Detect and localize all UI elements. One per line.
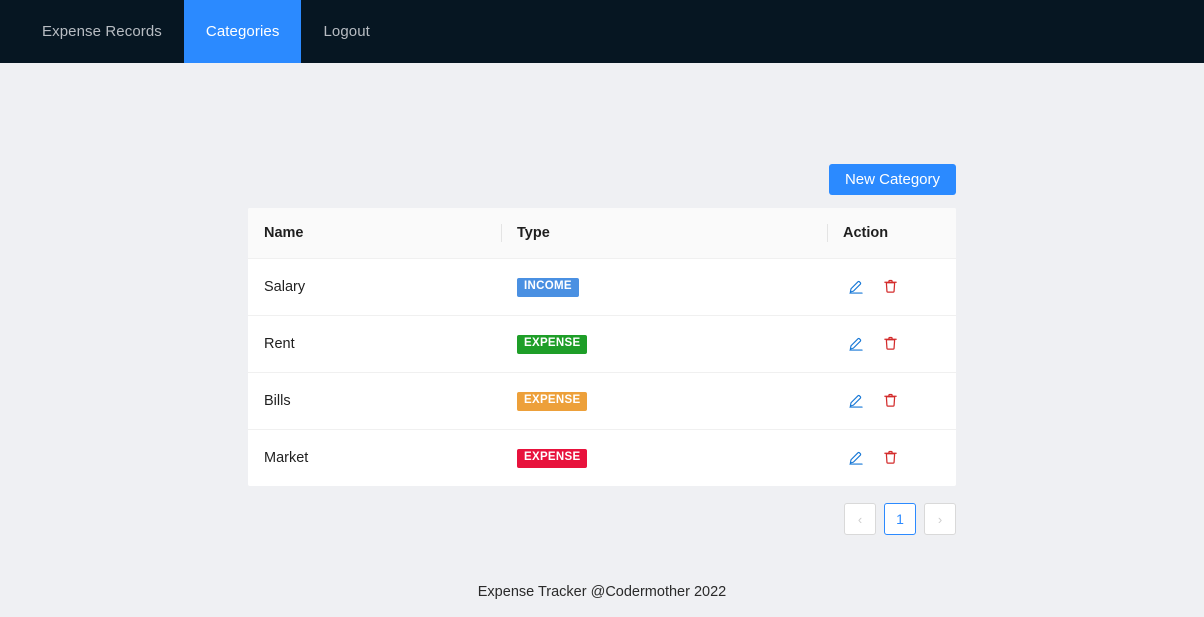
cell-name: Rent <box>248 315 501 373</box>
status-badge: INCOME <box>517 278 579 297</box>
trash-icon <box>883 392 898 411</box>
nav-item-expense-records[interactable]: Expense Records <box>20 0 184 63</box>
cell-type: INCOME <box>501 258 827 316</box>
row-actions <box>843 393 956 410</box>
nav-item-logout[interactable]: Logout <box>301 0 391 63</box>
categories-table-card: Name Type Action Salary INCOME Rent EXPE… <box>248 208 956 486</box>
footer: Expense Tracker @Codermother 2022 <box>478 535 726 600</box>
delete-button[interactable] <box>882 336 899 353</box>
categories-table: Name Type Action Salary INCOME Rent EXPE… <box>248 208 956 486</box>
delete-button[interactable] <box>882 393 899 410</box>
nav-item-categories[interactable]: Categories <box>183 0 302 63</box>
pencil-icon <box>848 392 864 411</box>
status-badge: EXPENSE <box>517 449 588 468</box>
trash-icon <box>883 335 898 354</box>
cell-type: EXPENSE <box>501 315 827 373</box>
cell-action <box>827 315 956 373</box>
cell-action <box>827 372 956 430</box>
row-actions <box>843 279 956 296</box>
nav-item-label: Expense Records <box>42 23 162 40</box>
table-row: Salary INCOME <box>248 258 956 316</box>
table-header: Name Type Action <box>248 208 956 259</box>
nav-item-label: Categories <box>205 23 280 40</box>
pencil-icon <box>848 278 864 297</box>
cell-action <box>827 258 956 316</box>
trash-icon <box>883 449 898 468</box>
pencil-icon <box>848 449 864 468</box>
pagination: ‹ 1 › <box>248 503 956 535</box>
page-body: New Category Name Type Action Salary INC… <box>0 63 1204 617</box>
status-badge: EXPENSE <box>517 392 588 411</box>
row-actions <box>843 336 956 353</box>
edit-button[interactable] <box>847 336 864 353</box>
column-header-name: Name <box>248 208 501 259</box>
table-header-row: Name Type Action <box>248 208 956 259</box>
cell-name: Salary <box>248 258 501 316</box>
trash-icon <box>883 278 898 297</box>
table-body: Salary INCOME Rent EXPENSE Bills EXPENSE… <box>248 258 956 487</box>
cell-type: EXPENSE <box>501 430 827 487</box>
table-row: Market EXPENSE <box>248 430 956 487</box>
edit-button[interactable] <box>847 279 864 296</box>
status-badge: EXPENSE <box>517 335 588 354</box>
cell-action <box>827 430 956 487</box>
column-header-action: Action <box>827 208 956 259</box>
pagination-prev-button[interactable]: ‹ <box>844 503 876 535</box>
pencil-icon <box>848 335 864 354</box>
table-toolbar: New Category <box>248 63 956 195</box>
pagination-next-button[interactable]: › <box>924 503 956 535</box>
edit-button[interactable] <box>847 393 864 410</box>
row-actions <box>843 450 956 467</box>
pagination-page-1[interactable]: 1 <box>884 503 916 535</box>
delete-button[interactable] <box>882 450 899 467</box>
table-row: Bills EXPENSE <box>248 372 956 430</box>
nav-item-label: Logout <box>323 23 370 40</box>
cell-name: Market <box>264 450 309 466</box>
delete-button[interactable] <box>882 279 899 296</box>
content-container: New Category Name Type Action Salary INC… <box>248 63 956 535</box>
edit-button[interactable] <box>847 450 864 467</box>
table-row: Rent EXPENSE <box>248 315 956 373</box>
cell-type: EXPENSE <box>501 372 827 430</box>
footer-text: Expense Tracker @Codermother 2022 <box>477 584 727 600</box>
cell-name: Bills <box>248 372 501 430</box>
main-navbar: Expense Records Categories Logout <box>0 0 1204 63</box>
column-header-type: Type <box>501 208 827 259</box>
new-category-button[interactable]: New Category <box>828 164 956 195</box>
